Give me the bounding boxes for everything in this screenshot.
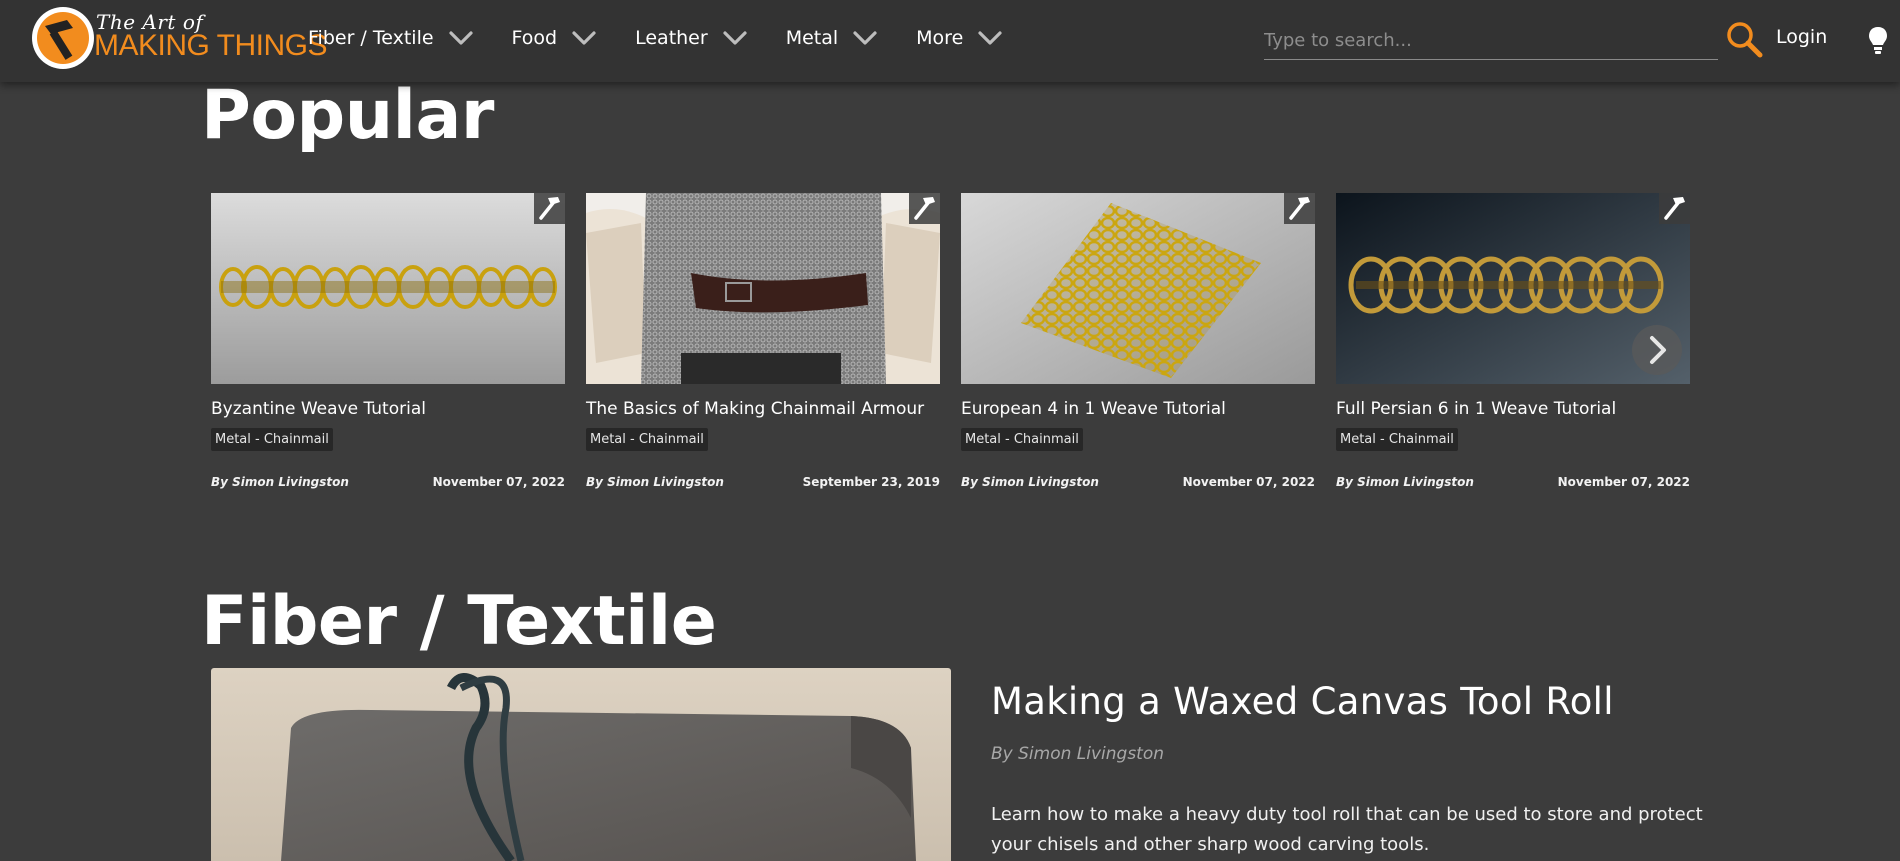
logo-text-main: MAKING THINGS [94,29,327,62]
article-thumbnail[interactable] [586,193,940,384]
chevron-right-icon [1650,336,1666,364]
nav-more[interactable]: More [916,27,1003,49]
article-author: By Simon Livingston [586,475,724,489]
feature-article-description: Learn how to make a heavy duty tool roll… [991,804,1703,855]
nav-label: Leather [635,27,708,49]
hammer-icon [1659,193,1690,224]
article-date: September 23, 2019 [802,475,940,489]
feature-article-image[interactable] [211,668,951,861]
hammer-icon [534,193,565,224]
article-title[interactable]: European 4 in 1 Weave Tutorial [961,399,1226,419]
chevron-down-icon [853,31,877,45]
article-author: By Simon Livingston [1336,475,1474,489]
nav-metal[interactable]: Metal [786,27,878,49]
nav-leather[interactable]: Leather [635,27,748,49]
popular-heading: Popular [201,76,494,155]
article-thumbnail[interactable] [961,193,1315,384]
search-icon[interactable] [1724,19,1764,59]
article-title[interactable]: Full Persian 6 in 1 Weave Tutorial [1336,399,1616,419]
article-thumbnail[interactable] [211,193,565,384]
nav-fiber-textile[interactable]: Fiber / Textile [308,27,474,49]
fiber-textile-heading: Fiber / Textile [201,582,717,661]
search-field [1264,22,1718,60]
chevron-down-icon [572,31,596,45]
search-input[interactable] [1264,22,1718,58]
article-title[interactable]: Byzantine Weave Tutorial [211,399,426,419]
nav-label: More [916,27,964,49]
category-tag[interactable]: Metal - Chainmail [1336,428,1458,451]
nav-label: Metal [785,27,839,49]
feature-article-title[interactable]: Making a Waxed Canvas Tool Roll [991,680,1614,723]
article-title[interactable]: The Basics of Making Chainmail Armour [586,399,924,419]
category-tag[interactable]: Metal - Chainmail [586,428,708,451]
hammer-icon [1284,193,1315,224]
popular-carousel: Byzantine Weave Tutorial Metal - Chainma… [211,193,1691,503]
category-tag[interactable]: Metal - Chainmail [211,428,333,451]
chevron-down-icon [448,31,473,45]
nav-label: Food [511,27,558,49]
login-link[interactable]: Login [1776,26,1827,48]
article-author: By Simon Livingston [961,475,1099,489]
feature-article-author: By Simon Livingston [991,744,1165,764]
article-date: November 07, 2022 [432,475,565,489]
article-author: By Simon Livingston [211,475,349,489]
chevron-down-icon [978,31,1002,45]
nav-label: Fiber / Textile [308,27,434,49]
chevron-down-icon [723,31,747,45]
top-navigation-bar: The Art of MAKING THINGS Fiber / Textile… [0,0,1900,82]
site-logo[interactable]: The Art of MAKING THINGS [32,7,327,71]
main-nav: Fiber / Textile Food Leather Metal More [308,0,1041,76]
article-date: November 07, 2022 [1182,475,1315,489]
article-date: November 07, 2022 [1557,475,1690,489]
logo-hammer-icon [32,7,94,69]
category-tag[interactable]: Metal - Chainmail [961,428,1083,451]
nav-food[interactable]: Food [512,27,598,49]
hammer-icon [909,193,940,224]
lightbulb-icon[interactable] [1868,26,1888,56]
carousel-next-button[interactable] [1632,325,1682,375]
